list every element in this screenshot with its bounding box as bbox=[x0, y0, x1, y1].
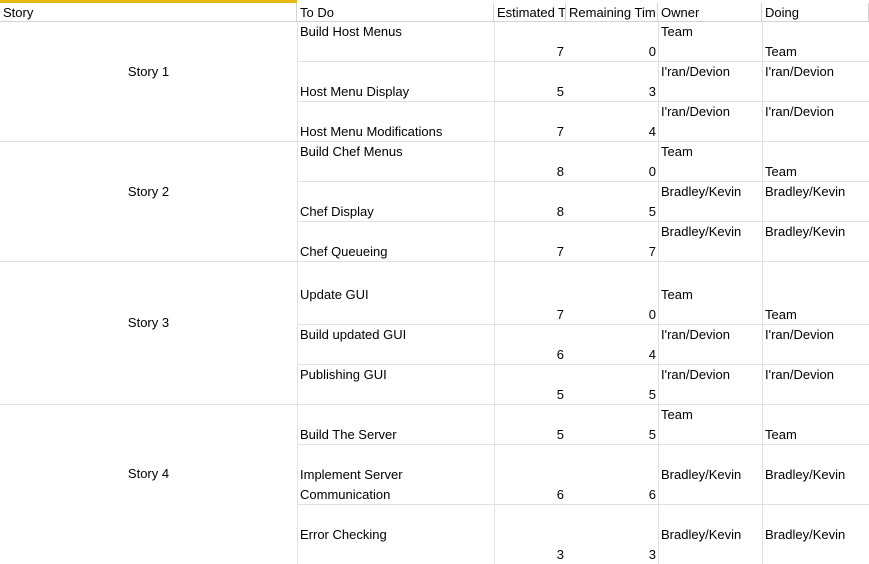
task-owner[interactable]: Team bbox=[658, 285, 762, 305]
task-todo[interactable]: Chef Queueing bbox=[297, 242, 494, 262]
task-remaining[interactable]: 3 bbox=[566, 545, 658, 564]
story-label[interactable]: Story 2 bbox=[0, 182, 297, 202]
task-estimated[interactable]: 5 bbox=[494, 425, 566, 445]
task-todo[interactable]: Error Checking bbox=[297, 525, 494, 545]
task-doing[interactable]: I'ran/Devion bbox=[762, 62, 869, 82]
task-doing[interactable]: I'ran/Devion bbox=[762, 365, 869, 385]
task-owner[interactable]: Team bbox=[658, 405, 762, 425]
task-owner[interactable]: I'ran/Devion bbox=[658, 365, 762, 385]
task-estimated[interactable]: 7 bbox=[494, 242, 566, 262]
task-doing[interactable]: Team bbox=[762, 425, 869, 445]
task-estimated[interactable]: 5 bbox=[494, 385, 566, 405]
grid-line bbox=[494, 22, 495, 564]
task-todo[interactable]: Host Menu Display bbox=[297, 82, 494, 102]
task-estimated[interactable]: 3 bbox=[494, 545, 566, 564]
header-owner[interactable]: Owner bbox=[658, 3, 762, 22]
task-estimated[interactable]: 6 bbox=[494, 345, 566, 365]
task-remaining[interactable]: 5 bbox=[566, 385, 658, 405]
task-remaining[interactable]: 0 bbox=[566, 305, 658, 325]
task-remaining[interactable]: 4 bbox=[566, 122, 658, 142]
task-estimated[interactable]: 7 bbox=[494, 42, 566, 62]
task-owner[interactable]: I'ran/Devion bbox=[658, 325, 762, 345]
task-todo[interactable]: Host Menu Modifications bbox=[297, 122, 494, 142]
task-doing[interactable]: Team bbox=[762, 42, 869, 62]
task-owner[interactable]: I'ran/Devion bbox=[658, 62, 762, 82]
task-todo[interactable]: Implement Server bbox=[297, 465, 494, 485]
task-estimated[interactable]: 7 bbox=[494, 305, 566, 325]
task-todo[interactable]: Update GUI bbox=[297, 285, 494, 305]
task-estimated[interactable]: 6 bbox=[494, 485, 566, 505]
task-todo[interactable]: Publishing GUI bbox=[297, 365, 494, 385]
header-remaining-time[interactable]: Remaining Tim bbox=[566, 3, 658, 22]
task-remaining[interactable]: 7 bbox=[566, 242, 658, 262]
story-label[interactable]: Story 3 bbox=[0, 313, 297, 333]
task-todo[interactable]: Build The Server bbox=[297, 425, 494, 445]
task-doing[interactable]: Team bbox=[762, 162, 869, 182]
task-doing[interactable]: Bradley/Kevin bbox=[762, 182, 869, 202]
spreadsheet: Story To Do Estimated T Remaining Tim Ow… bbox=[0, 0, 869, 564]
task-owner[interactable]: Bradley/Kevin bbox=[658, 525, 762, 545]
task-doing[interactable]: Bradley/Kevin bbox=[762, 525, 869, 545]
task-remaining[interactable]: 0 bbox=[566, 42, 658, 62]
task-todo[interactable]: Build updated GUI bbox=[297, 325, 494, 345]
header-doing[interactable]: Doing bbox=[762, 3, 869, 22]
task-estimated[interactable]: 8 bbox=[494, 202, 566, 222]
task-remaining[interactable]: 5 bbox=[566, 425, 658, 445]
task-doing[interactable]: I'ran/Devion bbox=[762, 102, 869, 122]
task-remaining[interactable]: 5 bbox=[566, 202, 658, 222]
task-remaining[interactable]: 0 bbox=[566, 162, 658, 182]
task-todo-line2[interactable]: Communication bbox=[297, 485, 494, 505]
task-remaining[interactable]: 6 bbox=[566, 485, 658, 505]
story-label[interactable]: Story 1 bbox=[0, 62, 297, 82]
task-owner[interactable]: Bradley/Kevin bbox=[658, 222, 762, 242]
task-estimated[interactable]: 5 bbox=[494, 82, 566, 102]
task-doing[interactable]: Bradley/Kevin bbox=[762, 222, 869, 242]
task-remaining[interactable]: 4 bbox=[566, 345, 658, 365]
task-todo[interactable]: Build Host Menus bbox=[297, 22, 494, 42]
task-owner[interactable]: Team bbox=[658, 142, 762, 162]
header-estimated-time[interactable]: Estimated T bbox=[494, 3, 566, 22]
task-estimated[interactable]: 7 bbox=[494, 122, 566, 142]
task-owner[interactable]: I'ran/Devion bbox=[658, 102, 762, 122]
task-doing[interactable]: Bradley/Kevin bbox=[762, 465, 869, 485]
task-owner[interactable]: Bradley/Kevin bbox=[658, 182, 762, 202]
task-estimated[interactable]: 8 bbox=[494, 162, 566, 182]
story-label[interactable]: Story 4 bbox=[0, 464, 297, 484]
task-owner[interactable]: Bradley/Kevin bbox=[658, 465, 762, 485]
task-doing[interactable]: Team bbox=[762, 305, 869, 325]
task-owner[interactable]: Team bbox=[658, 22, 762, 42]
task-doing[interactable]: I'ran/Devion bbox=[762, 325, 869, 345]
header-todo[interactable]: To Do bbox=[297, 3, 494, 22]
task-todo[interactable]: Chef Display bbox=[297, 202, 494, 222]
task-remaining[interactable]: 3 bbox=[566, 82, 658, 102]
task-todo[interactable]: Build Chef Menus bbox=[297, 142, 494, 162]
header-story[interactable]: Story bbox=[0, 3, 297, 22]
